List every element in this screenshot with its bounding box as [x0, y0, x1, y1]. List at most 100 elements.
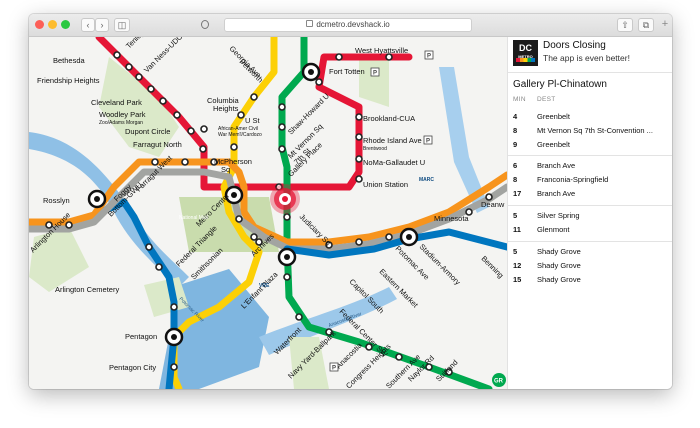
label-fort-totten: Fort Totten — [329, 67, 365, 76]
chevron-right-icon: › — [100, 20, 104, 30]
col-min-header: MIN — [513, 96, 526, 103]
arrival-min: 9 — [513, 140, 518, 149]
privacy-shield-icon[interactable] — [201, 20, 209, 29]
parking-badge-west-hyattsville: P — [427, 54, 431, 60]
label-columbia-heights-2: Heights — [213, 104, 239, 113]
parking-badge-anacostia: P — [332, 366, 336, 372]
selected-station-marker[interactable] — [270, 184, 300, 214]
arrival-row[interactable]: 12 Shady Grove — [513, 261, 581, 270]
arrival-row[interactable]: 5 Silver Spring — [513, 211, 580, 220]
label-dupont: Dupont Circle — [125, 127, 170, 136]
sidebar-icon: ◫ — [117, 20, 127, 30]
group-divider — [508, 205, 672, 206]
close-window-button[interactable] — [35, 20, 44, 29]
label-national-mall: National Mall — [179, 215, 208, 221]
arrival-row[interactable]: 15 Shady Grove — [513, 275, 581, 284]
label-pentagon: Pentagon — [125, 332, 157, 341]
logo-text: DC — [519, 43, 532, 53]
arrival-dest: Mt Vernon Sq 7th St-Convention ... — [537, 126, 653, 135]
arrival-dest: Glenmont — [537, 225, 570, 234]
app-banner[interactable]: DC METRO Doors Closing The app is even b… — [508, 37, 672, 70]
column-headers: MIN DEST — [513, 96, 556, 103]
label-arlington-cemetery: Arlington Cemetery — [55, 285, 119, 294]
label-u-st-sub-2: War Mem'l/Cardozo — [218, 132, 262, 138]
arrival-min: 8 — [513, 126, 518, 135]
arrivals-panel: DC METRO Doors Closing The app is even b… — [507, 37, 672, 389]
arrival-min: 11 — [513, 225, 521, 234]
back-button[interactable]: ‹ — [81, 18, 95, 32]
zoom-window-button[interactable] — [61, 20, 70, 29]
marc-badge: MARC — [419, 177, 434, 183]
arrival-min: 17 — [513, 189, 522, 198]
arrival-row[interactable]: 8 Franconia-Springfield — [513, 175, 608, 184]
arrival-dest: Shady Grove — [537, 275, 581, 284]
share-button[interactable]: ⇧ — [617, 18, 633, 32]
chevron-left-icon: ‹ — [86, 20, 90, 30]
station-name: Gallery Pl-Chinatown — [513, 79, 607, 90]
label-woodley-park: Woodley Park — [99, 110, 146, 119]
arrival-min: 5 — [513, 211, 518, 220]
label-bethesda: Bethesda — [53, 56, 86, 65]
arrival-dest: Silver Spring — [537, 211, 580, 220]
arrival-min: 4 — [513, 112, 518, 121]
arrival-min: 5 — [513, 247, 518, 256]
label-cleveland-park: Cleveland Park — [91, 98, 142, 107]
arrival-dest: Greenbelt — [537, 140, 570, 149]
parking-badge-fort-totten: P — [373, 71, 377, 77]
group-divider — [508, 155, 672, 156]
banner-divider — [508, 72, 672, 73]
vre-badge: VRE — [259, 283, 270, 289]
app-subtitle: The app is even better! — [543, 53, 630, 63]
tabs-button[interactable]: ⧉ — [638, 18, 654, 32]
arrival-min: 8 — [513, 175, 518, 184]
app-title: Doors Closing — [543, 40, 606, 51]
arrival-row[interactable]: 9 Greenbelt — [513, 140, 570, 149]
label-rhode-island: Rhode Island Ave — [363, 136, 422, 145]
label-mcpherson: McPherson — [214, 157, 252, 166]
label-brookland: Brookland-CUA — [363, 114, 415, 123]
arrival-dest: Branch Ave — [537, 161, 576, 170]
address-bar[interactable]: dcmetro.devshack.io — [224, 18, 472, 32]
dc-metro-logo: DC METRO — [513, 40, 538, 66]
url-text: dcmetro.devshack.io — [316, 20, 390, 29]
label-friendship-heights: Friendship Heights — [37, 76, 100, 85]
label-west-hyattsville: West Hyattsville — [355, 46, 408, 55]
arrival-dest: Franconia-Springfield — [537, 175, 609, 184]
arrival-dest: Shady Grove — [537, 261, 581, 270]
arrival-min: 6 — [513, 161, 518, 170]
col-dest-header: DEST — [537, 96, 556, 103]
arrival-min: 12 — [513, 261, 522, 270]
label-noma: NoMa-Gallaudet U — [363, 158, 425, 167]
new-tab-button[interactable]: + — [658, 18, 672, 32]
label-brentwood: Brentwood — [363, 146, 387, 152]
tabs-icon: ⧉ — [642, 20, 650, 30]
metro-map-svg[interactable]: Bethesda Friendship Heights Tenleytown V… — [29, 37, 507, 389]
browser-toolbar: ‹ › ◫ dcmetro.devshack.io ⇧ ⧉ + — [29, 14, 672, 37]
arrival-row[interactable]: 11 Glenmont — [513, 225, 570, 234]
label-union-station: Union Station — [363, 180, 408, 189]
label-rosslyn: Rosslyn — [43, 196, 70, 205]
parking-badge-rhode-island: P — [426, 139, 430, 145]
share-icon: ⇧ — [621, 20, 629, 30]
arrival-row[interactable]: 6 Branch Ave — [513, 161, 575, 170]
arrival-row[interactable]: 4 Greenbelt — [513, 112, 570, 121]
minimize-window-button[interactable] — [48, 20, 57, 29]
label-farragut-north: Farragut North — [133, 140, 182, 149]
plus-icon: + — [661, 18, 669, 30]
arrival-dest: Branch Ave — [537, 189, 576, 198]
sidebar-button[interactable]: ◫ — [114, 18, 130, 32]
arrival-row[interactable]: 17 Branch Ave — [513, 189, 575, 198]
group-divider — [508, 241, 672, 242]
arrival-row[interactable]: 8 Mt Vernon Sq 7th St-Convention ... — [513, 126, 653, 135]
label-minnesota: Minnesota — [434, 214, 469, 223]
arrival-dest: Shady Grove — [537, 247, 581, 256]
arrival-row[interactable]: 5 Shady Grove — [513, 247, 581, 256]
label-mcpherson-2: Sq — [221, 165, 230, 174]
label-deanwood: Deanw — [481, 200, 505, 209]
arrival-dest: Greenbelt — [537, 112, 570, 121]
label-u-st: U St — [245, 116, 261, 125]
label-woodley-sub: Zoo/Adams Morgan — [99, 120, 143, 126]
metro-map[interactable]: Bethesda Friendship Heights Tenleytown V… — [29, 37, 507, 389]
arrival-min: 15 — [513, 275, 522, 284]
forward-button[interactable]: › — [95, 18, 109, 32]
